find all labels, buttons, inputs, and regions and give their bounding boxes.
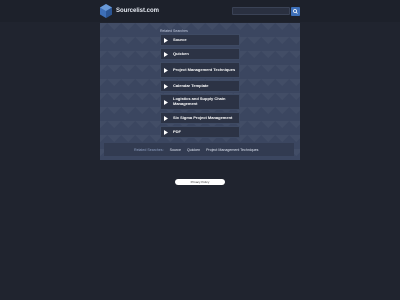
privacy-policy-button[interactable]: Privacy Policy: [175, 179, 225, 185]
cube-logo-icon: [100, 4, 112, 18]
result-item-source[interactable]: Source: [160, 34, 240, 46]
result-item-pdf[interactable]: PDF: [160, 126, 240, 138]
result-item-quicken[interactable]: Quicken: [160, 48, 240, 60]
privacy-policy-label: Privacy Policy: [190, 180, 210, 184]
play-arrow-icon: [161, 115, 171, 121]
bottom-link-project-management-techniques[interactable]: Project Management Techniques: [206, 148, 258, 152]
search-icon: [293, 9, 298, 14]
result-item-six-sigma[interactable]: Six Sigma Project Management: [160, 112, 240, 124]
search-input[interactable]: [232, 7, 290, 15]
result-label: Six Sigma Project Management: [173, 114, 233, 120]
result-label: Calendar Template: [173, 82, 209, 88]
search-button[interactable]: [291, 7, 300, 16]
bottom-link-source[interactable]: Source: [170, 148, 181, 152]
result-item-calendar-template[interactable]: Calendar Template: [160, 80, 240, 92]
play-arrow-icon: [161, 83, 171, 89]
play-arrow-icon: [161, 67, 171, 73]
result-label: Logistics and Supply Chain Management: [173, 96, 226, 106]
play-arrow-icon: [161, 51, 171, 57]
result-item-logistics-supply-chain[interactable]: Logistics and Supply Chain Management: [160, 94, 240, 110]
related-searches-label: Related Searches: [160, 29, 188, 33]
logo-text: Sourcelist.com: [116, 8, 160, 14]
related-results-list: Source Quicken Project Management Techni…: [160, 34, 240, 140]
play-arrow-icon: [161, 99, 171, 105]
top-header: Sourcelist.com: [0, 0, 400, 22]
result-item-project-management-techniques[interactable]: Project Management Techniques: [160, 62, 240, 78]
play-arrow-icon: [161, 129, 171, 135]
result-label: PDF: [173, 128, 181, 134]
bottom-related-label: Related Searches:: [134, 147, 164, 152]
result-label: Project Management Techniques: [173, 66, 236, 72]
bottom-link-quicken[interactable]: Quicken: [187, 148, 200, 152]
play-arrow-icon: [161, 37, 171, 43]
bottom-related-bar: Related Searches: Source Quicken Project…: [104, 143, 294, 156]
result-label: Quicken: [173, 50, 189, 56]
site-logo[interactable]: Sourcelist.com: [100, 3, 159, 19]
result-label: Source: [173, 36, 187, 42]
